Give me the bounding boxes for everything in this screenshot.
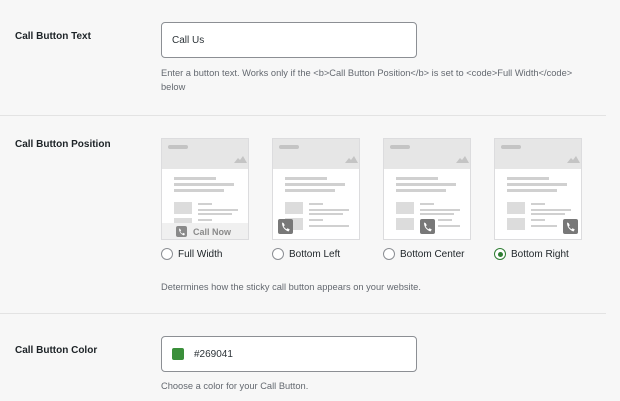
- preview-bottom-right[interactable]: [494, 138, 582, 240]
- call-button-color-help: Choose a color for your Call Button.: [161, 381, 309, 391]
- call-button-text-help: Enter a button text. Works only if the <…: [161, 68, 573, 92]
- call-now-text: Call Now: [193, 227, 232, 237]
- radio-button[interactable]: [272, 248, 284, 260]
- radio-label: Bottom Center: [400, 248, 465, 260]
- call-button-text-label: Call Button Text: [15, 31, 91, 42]
- radio-button[interactable]: [161, 248, 173, 260]
- radio-button[interactable]: [383, 248, 395, 260]
- color-value: #269041: [194, 348, 233, 360]
- radio-full-width[interactable]: Full Width: [161, 246, 222, 262]
- radio-label: Bottom Right: [511, 248, 569, 260]
- call-button-color-label: Call Button Color: [15, 345, 98, 356]
- preview-full-width[interactable]: Call Now: [161, 138, 249, 240]
- radio-bottom-left[interactable]: Bottom Left: [272, 246, 340, 262]
- divider: [0, 115, 606, 116]
- call-button-color-input[interactable]: #269041: [161, 336, 417, 372]
- radio-label: Bottom Left: [289, 248, 341, 260]
- radio-bottom-center[interactable]: Bottom Center: [383, 246, 464, 262]
- preview-bottom-left[interactable]: [272, 138, 360, 240]
- radio-label: Full Width: [178, 248, 223, 260]
- call-button-position-help: Determines how the sticky call button ap…: [161, 282, 421, 292]
- color-swatch[interactable]: [172, 348, 184, 360]
- preview-bottom-center[interactable]: [383, 138, 471, 240]
- call-button-text-input[interactable]: Call Us: [161, 22, 417, 58]
- radio-button-selected[interactable]: [494, 248, 506, 260]
- divider: [0, 313, 606, 314]
- radio-bottom-right[interactable]: Bottom Right: [494, 246, 569, 262]
- call-button-position-label: Call Button Position: [15, 139, 111, 150]
